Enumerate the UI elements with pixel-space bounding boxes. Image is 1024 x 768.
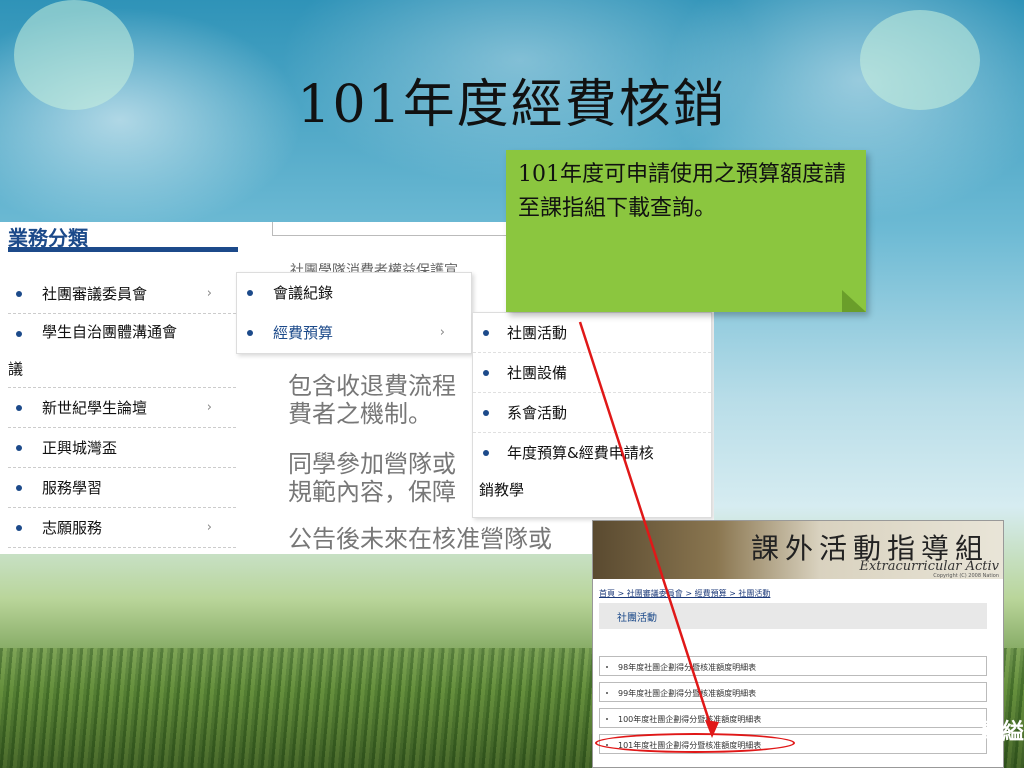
menu-item-club-review[interactable]: 社團審議委員會 › — [8, 274, 236, 314]
chevron-right-icon: › — [206, 400, 212, 415]
callout-text: 101年度可申請使用之預算額度請至課指組下載查詢。 — [518, 162, 846, 221]
bullet-icon — [16, 291, 22, 297]
file-link[interactable]: 100年度社團企劃得分暨核准額度明細表 — [618, 715, 761, 724]
budget-item-tutorial-cont[interactable]: 銷教學 — [473, 473, 711, 507]
menu-item-label: 議 — [8, 360, 24, 378]
menu-item-cup[interactable]: 正興城灣盃 — [8, 428, 236, 468]
budget-item-label: 社團活動 — [507, 324, 568, 342]
content-line: 包含收退費流程 — [288, 372, 456, 400]
breadcrumb[interactable]: 首頁 > 社團審議委員會 > 經費預算 > 社團活動 — [599, 588, 770, 599]
budget-item-club-equipment[interactable]: 社團設備 — [473, 353, 711, 393]
bullet-icon — [16, 485, 22, 491]
note-fold-corner — [842, 290, 866, 312]
chevron-right-icon: › — [439, 325, 445, 340]
menu-item-label: 社團審議委員會 — [42, 285, 148, 303]
site-copyright: Copyright (C) 2008 Nation — [933, 573, 999, 579]
file-row[interactable]: 100年度社團企劃得分暨核准額度明細表 — [599, 708, 987, 728]
submenu-item-budget[interactable]: 經費預算 › — [237, 313, 471, 353]
chevron-right-icon: › — [206, 286, 212, 301]
slide-title: 101年度經費核銷 — [297, 75, 727, 135]
bullet-icon — [16, 331, 22, 337]
bullet-icon — [483, 330, 489, 336]
menu-item-label: 學生自治團體溝通會 — [42, 323, 178, 341]
section-title: 社團活動 — [599, 603, 987, 629]
chevron-right-icon: › — [206, 520, 212, 535]
bullet-icon — [606, 718, 608, 720]
submenu-item-minutes[interactable]: 會議紀錄 — [237, 273, 471, 313]
callout-note: 101年度可申請使用之預算額度請至課指組下載查詢。 — [506, 150, 866, 312]
file-row[interactable]: 98年度社團企劃得分暨核准額度明細表 — [599, 656, 987, 676]
menu-item-label: 志願服務 — [42, 519, 103, 537]
bullet-icon — [483, 450, 489, 456]
budget-item-label: 系會活動 — [507, 404, 568, 422]
bullet-icon — [606, 666, 608, 668]
content-line: 公告後未來在核准營隊或 — [288, 525, 552, 553]
menu-item-label: 服務學習 — [42, 479, 103, 497]
menu-item-student-council[interactable]: 學生自治團體溝通會 — [8, 314, 236, 350]
submenu-item-label: 會議紀錄 — [273, 284, 334, 302]
budget-item-label: 社團設備 — [507, 364, 568, 382]
budget-item-department[interactable]: 系會活動 — [473, 393, 711, 433]
edge-text: 畢縊 — [979, 720, 1024, 745]
file-row[interactable]: 99年度社團企劃得分暨核准額度明細表 — [599, 682, 987, 702]
bullet-icon — [483, 370, 489, 376]
budget-item-tutorial[interactable]: 年度預算&經費申請核 — [473, 433, 711, 473]
budget-submenu: 社團活動 社團設備 系會活動 年度預算&經費申請核 銷教學 — [472, 312, 712, 518]
submenu: 會議紀錄 經費預算 › — [236, 272, 472, 354]
submenu-item-label: 經費預算 — [273, 324, 334, 342]
bullet-icon — [16, 525, 22, 531]
file-link[interactable]: 99年度社團企劃得分暨核准額度明細表 — [618, 689, 756, 698]
menu-item-label: 正興城灣盃 — [42, 439, 118, 457]
bullet-icon — [16, 405, 22, 411]
budget-item-label: 銷教學 — [479, 481, 525, 499]
budget-item-club-activity[interactable]: 社團活動 — [473, 313, 711, 353]
bullet-icon — [606, 692, 608, 694]
site-subtitle: Extracurricular Activ — [859, 559, 999, 574]
content-line: 費者之機制。 — [288, 400, 432, 428]
menu-item-forum[interactable]: 新世紀學生論壇 › — [8, 388, 236, 428]
download-page-screenshot: 課外活動指導組 Extracurricular Activ Copyright … — [592, 520, 1004, 768]
content-line: 規範內容，保障 — [288, 478, 456, 506]
menu-item-volunteer[interactable]: 志願服務 › — [8, 508, 236, 548]
menu-item-service-learning[interactable]: 服務學習 — [8, 468, 236, 508]
menu-item-student-council-cont[interactable]: 議 — [8, 350, 236, 388]
category-menu: 社團審議委員會 › 學生自治團體溝通會 議 新世紀學生論壇 › 正興城灣盃 服務… — [8, 274, 236, 548]
bullet-icon — [483, 410, 489, 416]
bullet-icon — [16, 445, 22, 451]
file-link[interactable]: 98年度社團企劃得分暨核准額度明細表 — [618, 663, 756, 672]
content-line: 同學參加營隊或 — [288, 450, 456, 478]
category-header: 業務分類 — [8, 222, 238, 252]
menu-item-label: 新世紀學生論壇 — [42, 399, 148, 417]
highlight-circle — [595, 733, 795, 753]
bullet-icon — [247, 290, 253, 296]
budget-item-label: 年度預算&經費申請核 — [507, 444, 654, 462]
bullet-icon — [247, 330, 253, 336]
